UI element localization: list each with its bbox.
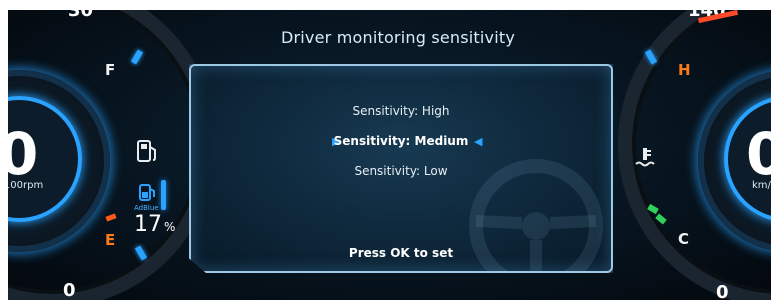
right-speed-tick-label-bottom: 0: [716, 282, 729, 300]
option-sensitivity-medium[interactable]: Sensitivity: Medium: [191, 134, 611, 148]
adblue-unit: %: [164, 220, 176, 234]
instrument-cluster-display: 0 x100rpm 30 0 F E AdBlue 17 % 0 km/h 14…: [8, 10, 771, 300]
temp-hot-label: H: [678, 61, 691, 79]
adblue-level-bar: [161, 180, 166, 210]
option-sensitivity-low[interactable]: Sensitivity: Low: [191, 164, 611, 178]
fuel-full-label: F: [105, 61, 116, 79]
fuel-empty-label: E: [105, 231, 116, 249]
rpm-value: 0: [8, 120, 39, 188]
selection-arrow-left-icon: ◀: [474, 135, 483, 148]
sensitivity-dialog: Sensitivity: High ▶ Sensitivity: Medium …: [189, 64, 613, 273]
fuel-pump-icon: [137, 140, 156, 162]
temp-cold-label: C: [678, 230, 690, 248]
dialog-title: Driver monitoring sensitivity: [280, 28, 516, 47]
option-sensitivity-high[interactable]: Sensitivity: High: [191, 104, 611, 118]
press-ok-hint: Press OK to set: [348, 246, 454, 260]
speed-unit: km/h: [752, 180, 771, 191]
left-speed-tick-label-top: 30: [68, 10, 94, 21]
adblue-label: AdBlue: [134, 204, 159, 212]
left-speed-tick-label-bottom: 0: [63, 280, 76, 300]
rpm-unit: x100rpm: [8, 180, 44, 191]
adblue-icon: [139, 184, 155, 201]
coolant-temperature-icon: [635, 148, 655, 167]
speed-value: 0: [746, 120, 771, 188]
adblue-value: 17: [134, 212, 162, 237]
